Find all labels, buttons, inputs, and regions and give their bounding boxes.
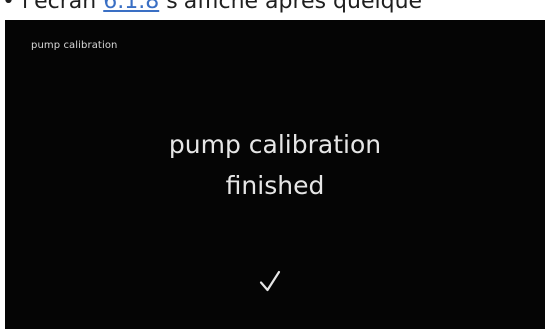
status-message: pump calibration finished xyxy=(5,124,545,206)
device-screen: pump calibration pump calibration finish… xyxy=(5,20,545,329)
screen-title: pump calibration xyxy=(31,40,118,51)
check-icon[interactable] xyxy=(258,269,282,293)
caption-text: • l'écran 6.1.8 s'affiche après quelque xyxy=(2,0,422,15)
status-message-line-1: pump calibration xyxy=(168,130,382,159)
caption-link[interactable]: 6.1.8 xyxy=(103,0,159,14)
caption-prefix: • l'écran xyxy=(2,0,97,14)
caption-suffix: s'affiche après quelque xyxy=(166,0,423,14)
status-message-line-2: finished xyxy=(225,171,325,200)
document-caption: • l'écran 6.1.8 s'affiche après quelque xyxy=(0,0,545,20)
